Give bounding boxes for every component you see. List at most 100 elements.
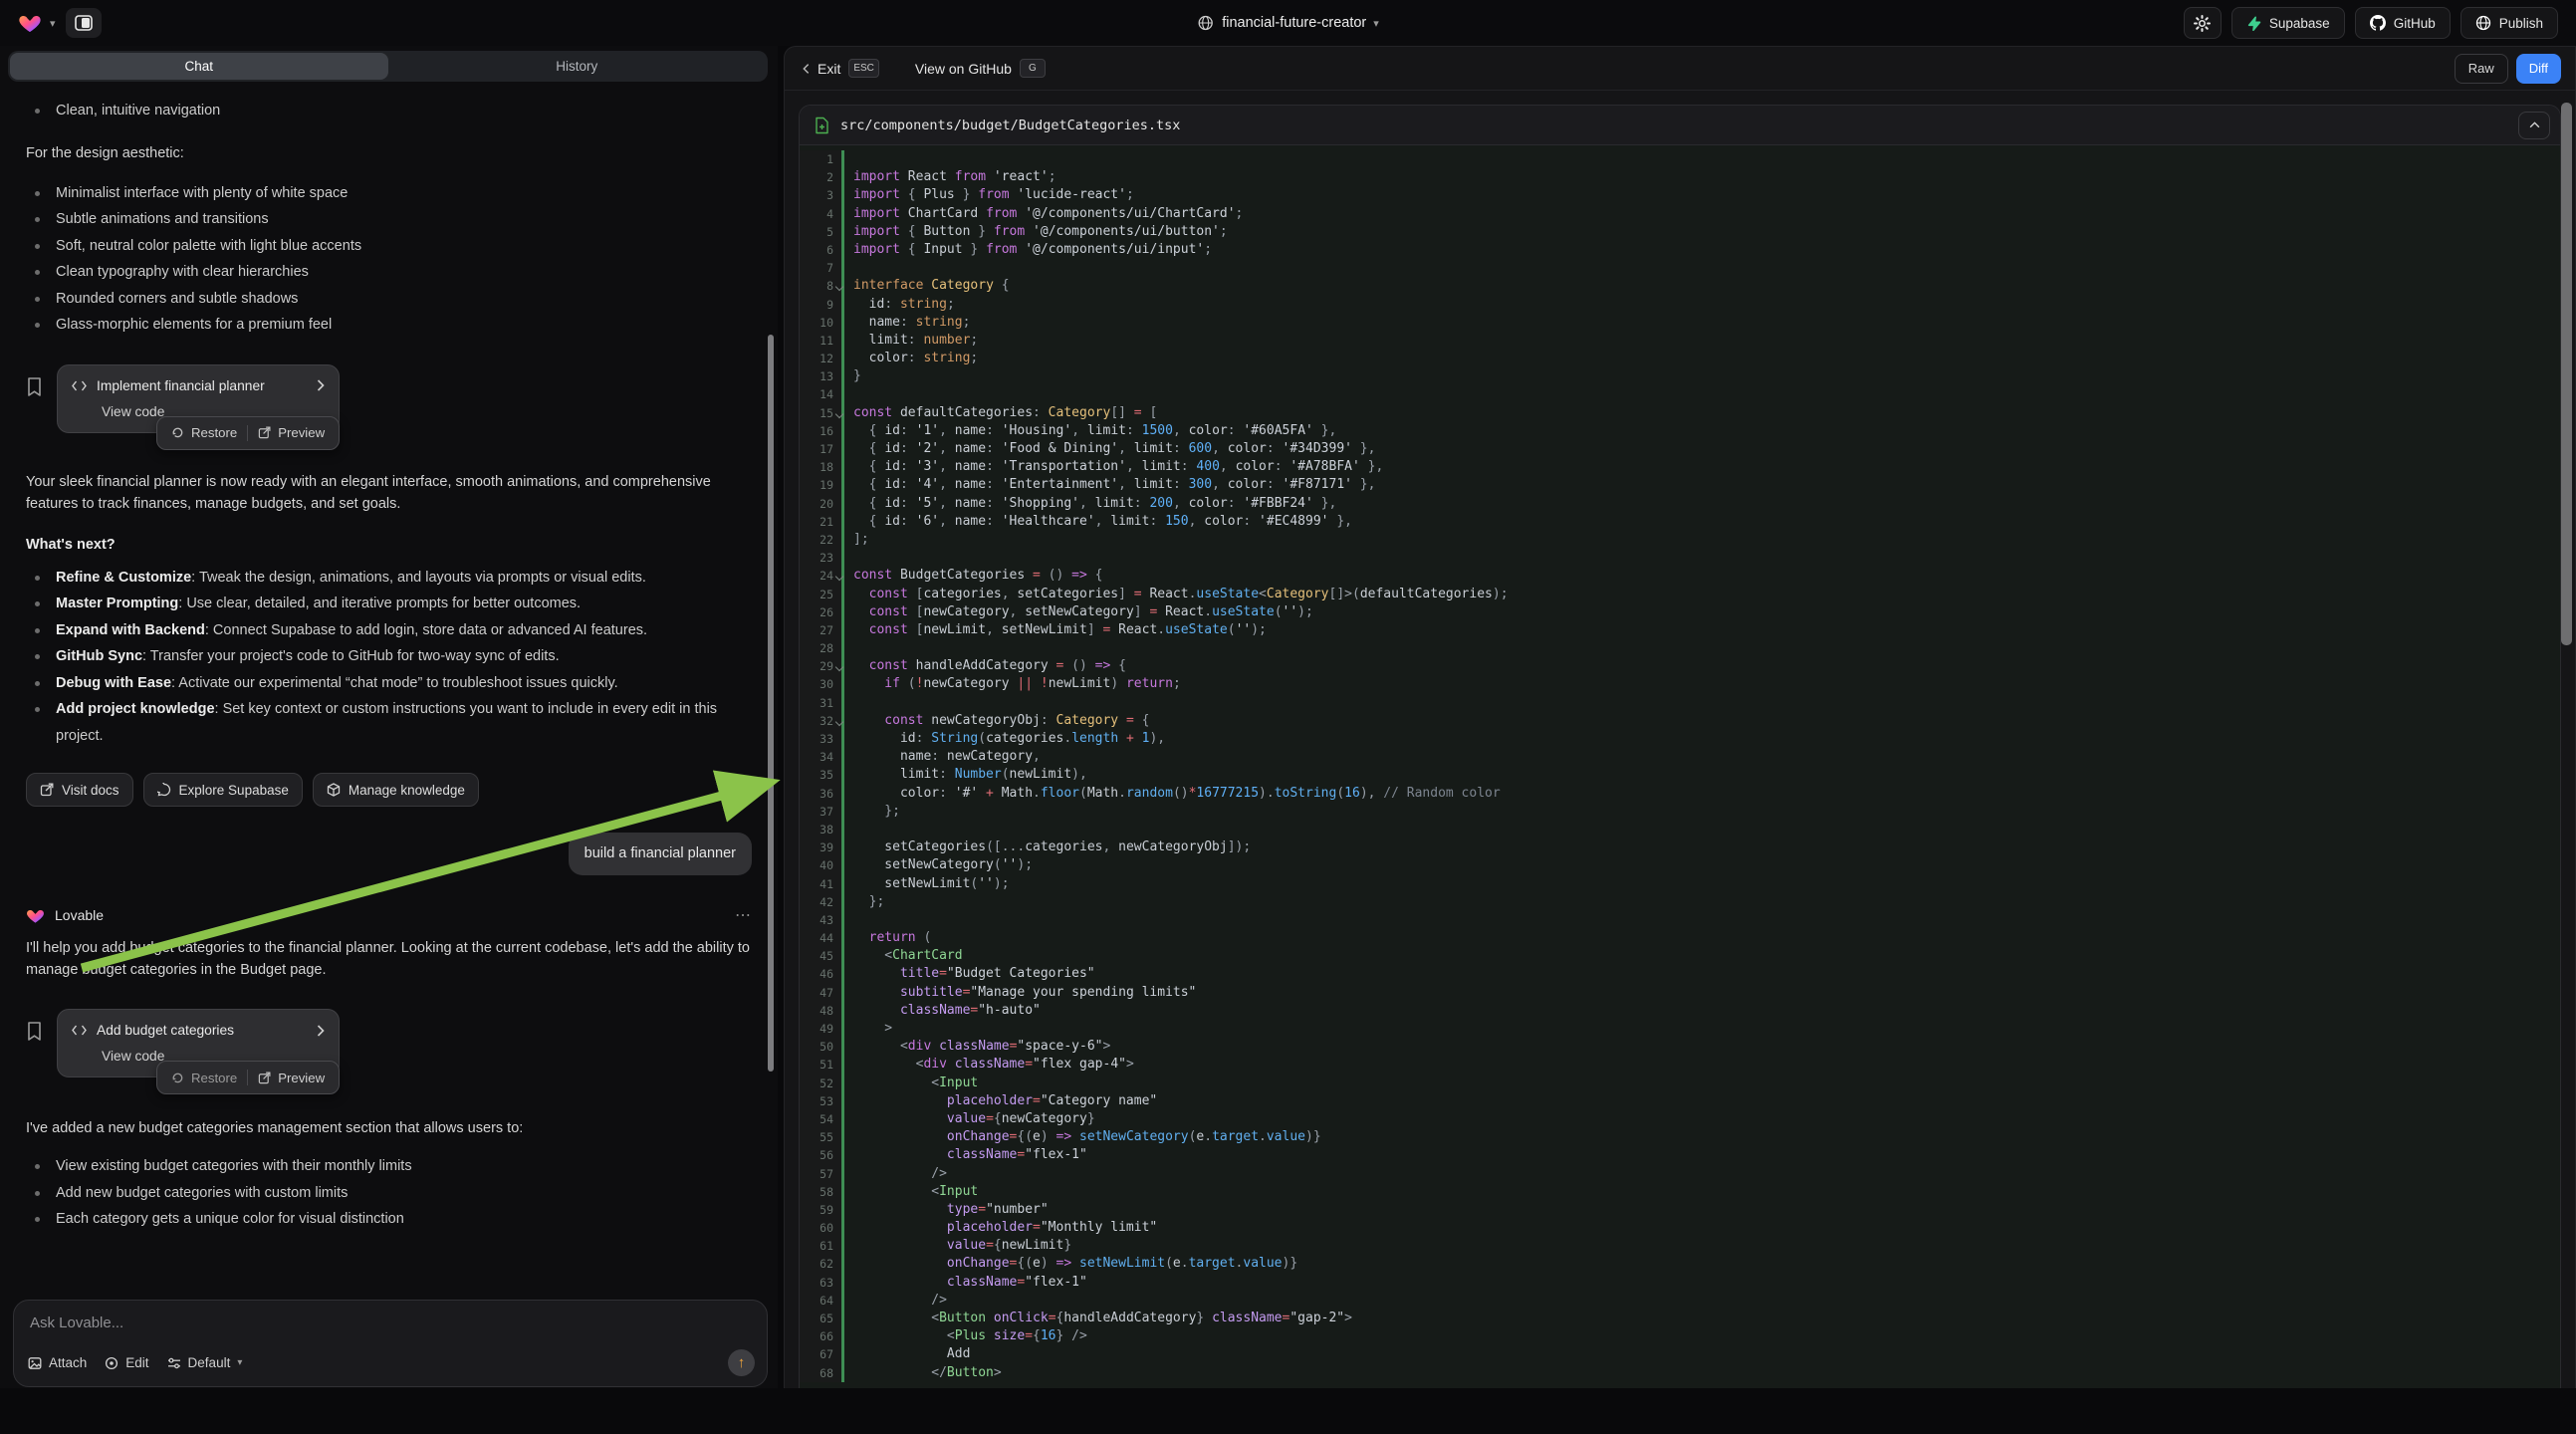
supabase-button[interactable]: Supabase — [2231, 7, 2345, 39]
message-menu-button[interactable]: ⋯ — [735, 905, 752, 925]
assistant-header: Lovable ⋯ — [26, 905, 752, 925]
design-bullet-list: Minimalist interface with plenty of whit… — [26, 180, 752, 339]
chat-input[interactable] — [30, 1314, 751, 1331]
arrow-up-icon: ↑ — [738, 1355, 746, 1370]
lovable-heart-logo[interactable] — [18, 11, 42, 35]
list-item: GitHub Sync: Transfer your project's cod… — [26, 643, 752, 670]
suggested-actions: Visit docs Explore Supabase Manage knowl… — [26, 773, 752, 807]
code-line: 7 — [800, 259, 2560, 277]
preview-button[interactable]: Preview — [248, 1071, 335, 1085]
partial-bullet-list: Clean, intuitive navigation — [26, 98, 752, 124]
code-line: 8interface Category { — [800, 277, 2560, 295]
list-item: Master Prompting: Use clear, detailed, a… — [26, 591, 752, 617]
code-line: 48 className="h-auto" — [800, 1002, 2560, 1020]
code-line: 19 { id: '4', name: 'Entertainment', lim… — [800, 476, 2560, 494]
code-line: 10 name: string; — [800, 314, 2560, 332]
chevron-down-icon: ▾ — [237, 1357, 242, 1368]
code-line: 53 placeholder="Category name" — [800, 1092, 2560, 1110]
code-line: 37 }; — [800, 803, 2560, 821]
chevron-down-icon[interactable]: ▾ — [50, 17, 56, 30]
edit-button[interactable]: Edit — [105, 1355, 148, 1370]
chevron-left-icon — [803, 63, 810, 75]
project-switcher[interactable]: financial-future-creator ▾ — [1197, 15, 1379, 31]
github-button[interactable]: GitHub — [2355, 7, 2451, 39]
code-icon — [72, 1025, 87, 1036]
toggle-sidebar-button[interactable] — [66, 8, 102, 38]
assistant-name: Lovable — [55, 907, 104, 923]
explore-supabase-button[interactable]: Explore Supabase — [143, 773, 303, 807]
code-line: 12 color: string; — [800, 350, 2560, 367]
restore-preview-toolbar: Restore Preview — [156, 1061, 340, 1094]
chat-messages[interactable]: Clean, intuitive navigation For the desi… — [0, 88, 778, 1295]
view-on-github-button[interactable]: View on GitHub G — [915, 59, 1046, 78]
code-line: 40 setNewCategory(''); — [800, 856, 2560, 874]
image-icon — [28, 1356, 42, 1370]
code-line: 25 const [categories, setCategories] = R… — [800, 586, 2560, 603]
code-line: 66 <Plus size={16} /> — [800, 1327, 2560, 1345]
publish-button[interactable]: Publish — [2460, 7, 2558, 39]
visit-docs-button[interactable]: Visit docs — [26, 773, 133, 807]
raw-toggle-button[interactable]: Raw — [2455, 54, 2508, 84]
bookmark-icon[interactable] — [26, 1021, 43, 1042]
code-line: 31 — [800, 694, 2560, 712]
code-line: 62 onChange={(e) => setNewLimit(e.target… — [800, 1255, 2560, 1273]
code-scrollbar[interactable] — [2561, 103, 2572, 645]
chevron-right-icon — [317, 1025, 325, 1037]
exit-button[interactable]: Exit ESC — [803, 59, 879, 78]
mode-selector[interactable]: Default ▾ — [167, 1355, 243, 1370]
version-card-row: Add budget categories View code Restore — [26, 1009, 752, 1077]
code-line: 61 value={newLimit} — [800, 1237, 2560, 1255]
whats-next-heading: What's next? — [26, 537, 752, 553]
code-line: 58 <Input — [800, 1183, 2560, 1201]
restore-icon — [171, 426, 184, 439]
send-button[interactable]: ↑ — [728, 1349, 755, 1376]
tab-history[interactable]: History — [388, 53, 767, 80]
chat-history-tabs: Chat History — [8, 51, 768, 82]
file-header[interactable]: src/components/budget/BudgetCategories.t… — [800, 106, 2560, 145]
code-line: 41 setNewLimit(''); — [800, 875, 2560, 893]
tab-chat[interactable]: Chat — [10, 53, 388, 80]
publish-globe-icon — [2475, 15, 2491, 31]
restore-button[interactable]: Restore — [161, 1071, 247, 1085]
code-line: 35 limit: Number(newLimit), — [800, 766, 2560, 784]
manage-knowledge-button[interactable]: Manage knowledge — [313, 773, 479, 807]
code-line: 11 limit: number; — [800, 332, 2560, 350]
code-line: 1 — [800, 150, 2560, 168]
external-link-icon — [258, 426, 271, 439]
publish-label: Publish — [2499, 16, 2543, 31]
list-item: Add project knowledge: Set key context o… — [26, 696, 752, 749]
bookmark-icon[interactable] — [26, 376, 43, 397]
list-item: View existing budget categories with the… — [26, 1153, 752, 1180]
chat-panel: Chat History Clean, intuitive navigation… — [0, 46, 778, 1388]
settings-button[interactable] — [2184, 7, 2222, 39]
chevron-down-icon: ▾ — [1373, 17, 1379, 30]
code-editor[interactable]: 12import React from 'react';3import { Pl… — [800, 145, 2560, 1388]
collapse-file-button[interactable] — [2518, 112, 2550, 139]
preview-button[interactable]: Preview — [248, 425, 335, 440]
added-bullet-list: View existing budget categories with the… — [26, 1153, 752, 1233]
code-line: 47 subtitle="Manage your spending limits… — [800, 984, 2560, 1002]
code-line: 23 — [800, 549, 2560, 567]
list-item: Refine & Customize: Tweak the design, an… — [26, 565, 752, 592]
code-line: 20 { id: '5', name: 'Shopping', limit: 2… — [800, 495, 2560, 513]
attach-button[interactable]: Attach — [28, 1355, 87, 1370]
code-line: 52 <Input — [800, 1075, 2560, 1092]
list-item: Each category gets a unique color for vi… — [26, 1206, 752, 1233]
code-line: 68 </Button> — [800, 1364, 2560, 1382]
added-paragraph: I've added a new budget categories manag… — [26, 1117, 752, 1139]
code-line: 9 id: string; — [800, 296, 2560, 314]
code-line: 42 }; — [800, 893, 2560, 911]
chat-bubble-icon — [157, 783, 171, 797]
chat-scrollbar[interactable] — [768, 335, 774, 1072]
code-icon — [72, 380, 87, 391]
user-message-bubble[interactable]: build a financial planner — [569, 833, 752, 875]
code-line: 28 — [800, 639, 2560, 657]
code-line: 17 { id: '2', name: 'Food & Dining', lim… — [800, 440, 2560, 458]
code-line: 32 const newCategoryObj: Category = { — [800, 712, 2560, 730]
restore-button[interactable]: Restore — [161, 425, 247, 440]
code-line: 3import { Plus } from 'lucide-react'; — [800, 186, 2560, 204]
code-line: 67 Add — [800, 1345, 2560, 1363]
diff-toggle-button[interactable]: Diff — [2516, 54, 2561, 84]
supabase-icon — [2246, 16, 2261, 31]
list-item: Minimalist interface with plenty of whit… — [26, 180, 752, 207]
